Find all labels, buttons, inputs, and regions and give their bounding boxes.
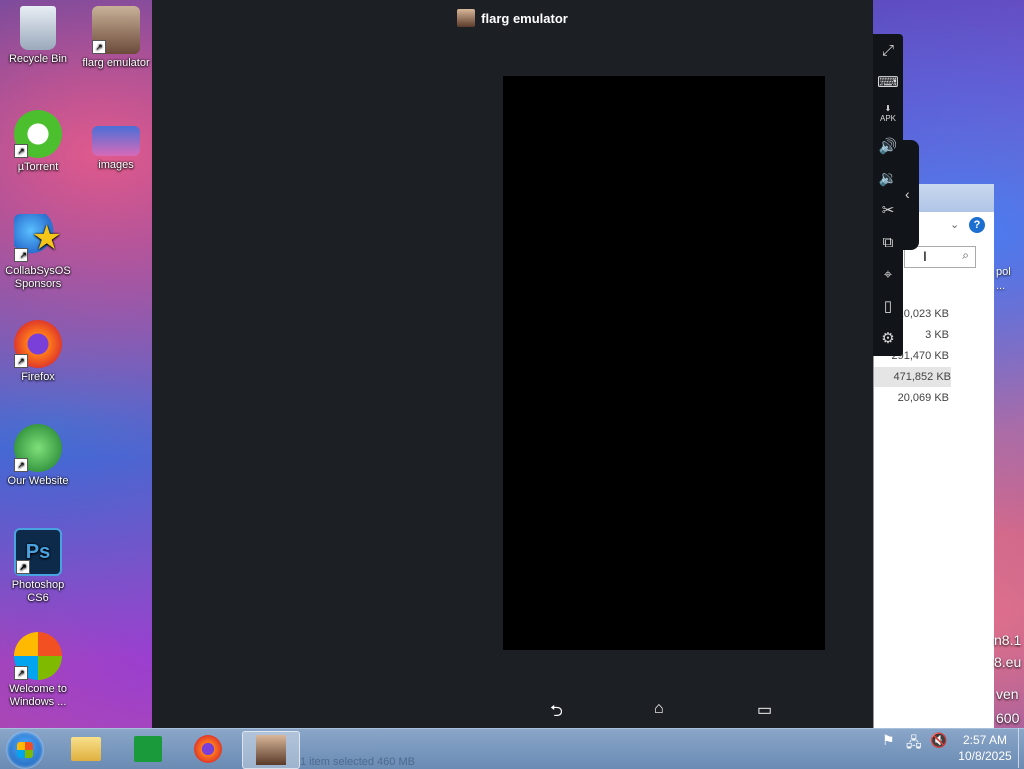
desktop-icon-collabsysos-sponsors[interactable]: ★ ↗ CollabSysOS Sponsors: [0, 214, 76, 291]
recycle-bin-icon: [20, 6, 56, 50]
images-folder-icon: [92, 126, 140, 156]
shortcut-arrow-icon: ↗: [14, 354, 28, 368]
help-icon[interactable]: ?: [969, 217, 985, 233]
desktop-text-fragment: 8.eu: [994, 654, 1022, 670]
settings-icon[interactable]: ⚙: [877, 328, 899, 350]
desktop-icon-our-website[interactable]: ↗ Our Website: [0, 424, 76, 488]
chevron-left-icon: ‹: [905, 186, 910, 202]
start-button[interactable]: [6, 731, 44, 769]
store-icon: [134, 736, 162, 762]
emulator-screen[interactable]: [503, 76, 825, 650]
search-icon: ⌕: [962, 248, 969, 262]
flarg-emulator-icon: ↗: [92, 6, 140, 54]
emulator-title: flarg emulator: [481, 10, 568, 26]
shortcut-arrow-icon: ↗: [14, 666, 28, 680]
search-input[interactable]: I ⌕: [904, 246, 976, 268]
taskbar-store[interactable]: [120, 731, 176, 767]
clock-date: 10/8/2025: [958, 749, 1012, 763]
action-center-flag-icon[interactable]: ⚑: [882, 732, 895, 749]
file-size-cell[interactable]: 20,069 KB: [874, 388, 949, 408]
shortcut-arrow-icon: ↗: [92, 40, 106, 54]
desktop-text-fragment: 600: [996, 710, 1020, 726]
flarg-emulator-icon: [457, 9, 476, 27]
desktop-icon-label: CollabSysOS Sponsors: [5, 265, 71, 290]
desktop-icon-firefox[interactable]: ↗ Firefox: [0, 320, 76, 384]
volume-up-icon[interactable]: 🔊: [877, 136, 899, 158]
windows-logo-icon: [17, 742, 33, 758]
back-button[interactable]: ⮌: [550, 700, 563, 727]
taskbar-firefox[interactable]: [180, 731, 236, 767]
emulator-title-bar[interactable]: flarg emulator: [152, 0, 873, 36]
desktop-icon-utorrent[interactable]: ↗ µTorrent: [0, 110, 76, 174]
volume-muted-icon[interactable]: 🔇: [930, 732, 947, 749]
volume-down-icon[interactable]: 🔉: [877, 168, 899, 190]
recents-button[interactable]: ▭: [757, 700, 772, 720]
dropdown-chevron-icon[interactable]: ⌄: [950, 218, 959, 231]
desktop-icon-label: Our Website: [7, 475, 69, 487]
photoshop-icon: Ps ↗: [14, 528, 62, 576]
desktop-icon-label: flarg emulator: [82, 57, 150, 69]
desktop-icon-label-fragment: ...: [996, 280, 1006, 292]
firefox-icon: [194, 735, 222, 763]
apk-install-icon[interactable]: ⬇ APK: [877, 104, 899, 126]
desktop-icon-label: Welcome to Windows ...: [9, 683, 67, 708]
network-icon[interactable]: 🖧: [906, 732, 922, 756]
shake-icon[interactable]: ▯: [877, 296, 899, 318]
desktop-text-fragment: ven: [996, 686, 1019, 702]
firefox-icon: ↗: [14, 320, 62, 368]
desktop-icon-recycle-bin[interactable]: Recycle Bin: [0, 6, 76, 66]
shortcut-arrow-icon: ↗: [14, 458, 28, 472]
screenshot-scissors-icon[interactable]: ✂: [877, 200, 899, 222]
show-desktop-button[interactable]: [1018, 728, 1024, 768]
explorer-status-text: 1 item selected 460 MB: [300, 756, 415, 768]
star-globe-icon: ★ ↗: [14, 214, 62, 262]
desktop-icon-label: images: [98, 159, 134, 171]
folder-icon: [71, 737, 101, 761]
desktop-icon-label: Recycle Bin: [8, 53, 68, 65]
desktop-icon-welcome-windows[interactable]: ↗ Welcome to Windows ...: [0, 632, 76, 709]
fullscreen-icon[interactable]: ⤢: [877, 40, 899, 62]
location-icon[interactable]: ⌖: [877, 264, 899, 286]
desktop-icon-flarg-emulator[interactable]: ↗ flarg emulator: [78, 6, 154, 70]
file-size-cell-selected[interactable]: 471,852 KB: [874, 367, 951, 387]
text-cursor-icon: I: [923, 248, 927, 264]
shortcut-arrow-icon: ↗: [14, 144, 28, 158]
windows-logo-icon: ↗: [14, 632, 62, 680]
system-clock[interactable]: 2:57 AM 10/8/2025: [950, 732, 1020, 764]
keyboard-icon[interactable]: ⌨: [877, 72, 899, 94]
utorrent-icon: ↗: [14, 110, 62, 158]
taskbar-file-explorer[interactable]: [58, 731, 114, 767]
clock-time: 2:57 AM: [962, 733, 1008, 747]
desktop-icon-images[interactable]: images: [78, 126, 154, 172]
apk-label: APK: [879, 114, 896, 123]
website-globe-icon: ↗: [14, 424, 62, 472]
emulator-window[interactable]: flarg emulator ⮌ ⌂ ▭: [152, 0, 873, 728]
desktop-icon-photoshop-cs6[interactable]: Ps ↗ Photoshop CS6: [0, 528, 76, 605]
flarg-emulator-icon: [256, 735, 286, 765]
emulator-toolbar: ⤢ ⌨ ⬇ APK 🔊 🔉 ✂ ⧉ ⌖ ▯ ⚙: [873, 34, 903, 356]
desktop-icon-label: Firefox: [21, 371, 55, 383]
android-nav-bar: ⮌ ⌂ ▭: [152, 700, 873, 720]
taskbar: [0, 728, 1024, 769]
desktop-icon-label: Photoshop CS6: [11, 579, 65, 604]
shortcut-arrow-icon: ↗: [14, 248, 28, 262]
desktop-text-fragment: n8.1: [994, 632, 1022, 648]
shortcut-arrow-icon: ↗: [16, 560, 30, 574]
add-window-icon[interactable]: ⧉: [877, 232, 899, 254]
desktop-icon-label-fragment: pol: [996, 266, 1011, 278]
desktop-icon-label: µTorrent: [17, 161, 59, 173]
home-button[interactable]: ⌂: [654, 700, 664, 718]
taskbar-flarg-emulator[interactable]: [242, 731, 300, 769]
toolbar-collapse-tab[interactable]: ‹: [903, 140, 919, 250]
